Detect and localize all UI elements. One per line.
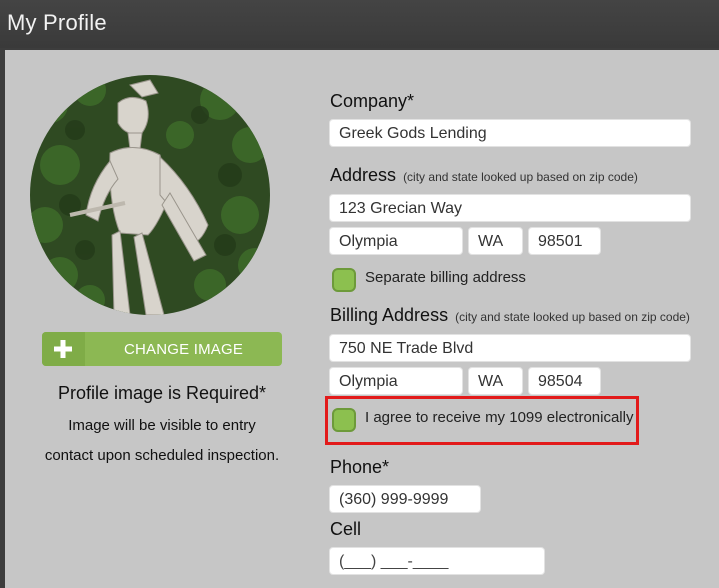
cell-label-text: Cell <box>330 519 362 539</box>
billing-street-input[interactable]: 750 NE Trade Blvd <box>329 334 691 362</box>
billing-city-input[interactable]: Olympia <box>329 367 463 395</box>
page-title: My Profile <box>7 10 107 35</box>
address-hint: (city and state looked up based on zip c… <box>403 170 638 184</box>
phone-label-text: Phone* <box>330 457 390 477</box>
description-line-1: Image will be visible to entry <box>68 417 256 434</box>
consent-1099-checkbox[interactable] <box>332 408 356 432</box>
street-input[interactable]: 123 Grecian Way <box>329 194 691 222</box>
billing-state-input[interactable]: WA <box>468 367 523 395</box>
phone-label: Phone* <box>330 457 389 478</box>
billing-zip-input[interactable]: 98504 <box>528 367 601 395</box>
city-input[interactable]: Olympia <box>329 227 463 255</box>
change-image-button[interactable]: CHANGE IMAGE <box>42 332 282 366</box>
profile-avatar <box>30 75 270 315</box>
cell-label: Cell <box>330 519 361 540</box>
zip-input[interactable]: 98501 <box>528 227 601 255</box>
description-line-2: contact upon scheduled inspection. <box>44 447 280 464</box>
plus-icon-box <box>42 332 85 366</box>
billing-address-label: Billing Address (city and state looked u… <box>330 305 690 326</box>
address-label: Address (city and state looked up based … <box>330 165 638 186</box>
profile-image-required: Profile image is Required* <box>57 383 267 403</box>
top-bar: My Profile <box>0 0 719 48</box>
consent-1099-label: I agree to receive my 1099 electronicall… <box>365 409 634 426</box>
cell-input[interactable]: (___) ___-____ <box>329 547 545 575</box>
state-input[interactable]: WA <box>468 227 523 255</box>
company-label-text: Company* <box>330 91 415 111</box>
statue-photo <box>30 75 270 315</box>
change-image-label: CHANGE IMAGE <box>123 341 244 358</box>
company-input[interactable]: Greek Gods Lending <box>329 119 691 147</box>
billing-address-hint: (city and state looked up based on zip c… <box>455 310 690 324</box>
profile-panel: CHANGE IMAGE Profile image is Required* … <box>5 50 719 588</box>
separate-billing-checkbox[interactable] <box>332 268 356 292</box>
plus-icon <box>54 340 72 358</box>
billing-address-label-text: Billing Address <box>330 305 449 325</box>
address-label-text: Address <box>330 165 397 185</box>
separate-billing-label: Separate billing address <box>365 269 526 286</box>
profile-image-description: Image will be visible to entry contact u… <box>22 411 302 471</box>
company-label: Company* <box>330 91 414 112</box>
phone-input[interactable]: (360) 999-9999 <box>329 485 481 513</box>
